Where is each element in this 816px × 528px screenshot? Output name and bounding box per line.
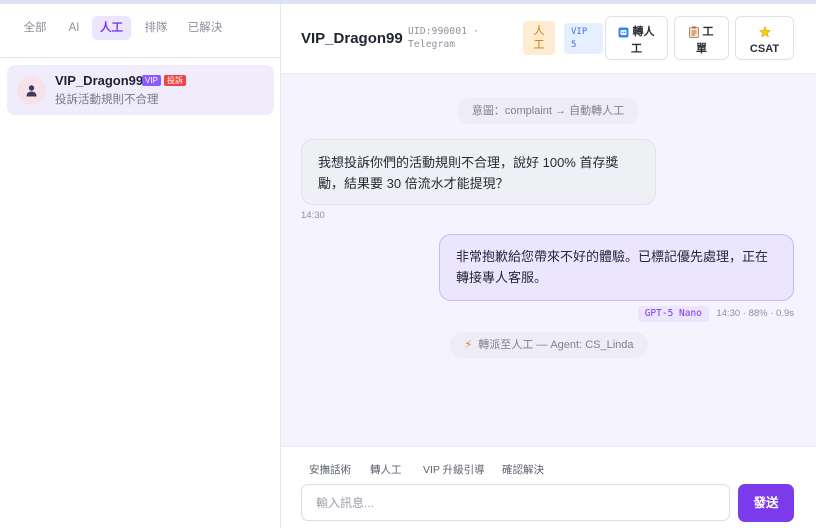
transfer-label-line1: 轉人 <box>632 26 655 38</box>
quick-reply-soothe[interactable]: 安撫話術 <box>309 462 351 477</box>
tab-queue[interactable]: 排隊 <box>138 16 174 40</box>
assign-text: 轉派至人工 — Agent: CS_Linda <box>478 339 634 351</box>
vip-badge: VIP <box>142 75 161 86</box>
ticket-label-line1: 工 <box>702 26 714 38</box>
vip-level-badge: VIP 5 <box>564 23 603 54</box>
quick-reply-vip-upgrade[interactable]: VIP 升級引導 <box>423 462 485 477</box>
quick-reply-transfer[interactable]: 轉人工 <box>370 462 402 477</box>
uid-text: UID:990001 · <box>408 26 480 37</box>
conversation-item[interactable]: VIP_Dragon99 VIP 投訴 投訴活動規則不合理 <box>7 65 274 115</box>
incoming-timestamp: 14:30 <box>301 210 325 221</box>
conversation-preview: 投訴活動規則不合理 <box>55 94 159 106</box>
assign-system-message: ⚡ 轉派至人工 — Agent: CS_Linda <box>450 332 648 358</box>
composer: 安撫話術 轉人工 VIP 升級引導 確認解決 發送 <box>281 446 816 528</box>
send-button[interactable]: 發送 <box>738 484 794 522</box>
conversation-name: VIP_Dragon99 <box>55 73 144 88</box>
outgoing-message: 非常抱歉給您帶來不好的體驗。已標記優先處理，正在轉接專人客服。 <box>439 234 794 301</box>
tab-all[interactable]: 全部 <box>18 16 52 40</box>
app-window: 全部 AI 人工 排隊 已解決 VIP_Dragon99 VIP 投訴 投訴活動… <box>0 0 816 528</box>
ticket-button[interactable]: 工 單 <box>674 16 729 60</box>
channel-text: Telegram <box>408 39 456 50</box>
outgoing-meta: GPT-5 Nano 14:30 · 88% · 0.9s <box>637 305 794 322</box>
message-list: 意圖：complaint → 自動轉人工 我想投訴你們的活動規則不合理，說好 1… <box>281 74 816 446</box>
transfer-label-line2: 工 <box>631 43 642 55</box>
vip-level-line1: VIP <box>571 27 588 37</box>
complaint-badge: 投訴 <box>164 75 186 86</box>
incoming-message: 我想投訴你們的活動規則不合理，說好 100% 首存獎勵，結果要 30 倍流水才能… <box>301 139 656 205</box>
star-icon <box>758 26 771 38</box>
ticket-label-line2: 單 <box>696 43 707 55</box>
page-title: VIP_Dragon99 <box>301 30 403 47</box>
chat-panel: VIP_Dragon99 UID:990001 · Telegram 人 工 V… <box>281 4 816 528</box>
csat-label: CSAT <box>749 43 780 55</box>
clipboard-icon <box>689 26 700 38</box>
status-badge-line2: 工 <box>533 39 545 51</box>
outgoing-stats: 14:30 · 88% · 0.9s <box>716 308 794 320</box>
user-icon <box>26 85 37 97</box>
lightning-icon: ⚡ <box>464 339 473 351</box>
chat-header: VIP_Dragon99 UID:990001 · Telegram 人 工 V… <box>281 4 816 74</box>
message-input[interactable] <box>301 484 730 521</box>
csat-button[interactable]: CSAT <box>735 16 794 60</box>
vip-level-line2: 5 <box>571 40 577 50</box>
status-badge-line1: 人 <box>533 25 545 37</box>
user-id-info: UID:990001 · Telegram <box>408 25 508 51</box>
quick-reply-confirm-resolved[interactable]: 確認解決 <box>502 462 544 477</box>
robot-icon <box>618 27 629 38</box>
tab-human[interactable]: 人工 <box>92 16 131 40</box>
filter-tabs: 全部 AI 人工 排隊 已解決 <box>0 4 280 58</box>
intent-system-message: 意圖：complaint → 自動轉人工 <box>457 98 639 124</box>
avatar <box>17 76 46 105</box>
model-badge: GPT-5 Nano <box>637 305 709 322</box>
conversation-sidebar: 全部 AI 人工 排隊 已解決 VIP_Dragon99 VIP 投訴 投訴活動… <box>0 4 281 528</box>
tab-resolved[interactable]: 已解決 <box>182 16 228 40</box>
tab-ai[interactable]: AI <box>60 16 88 40</box>
transfer-human-button[interactable]: 轉人 工 <box>605 16 668 60</box>
status-badge: 人 工 <box>523 21 555 55</box>
